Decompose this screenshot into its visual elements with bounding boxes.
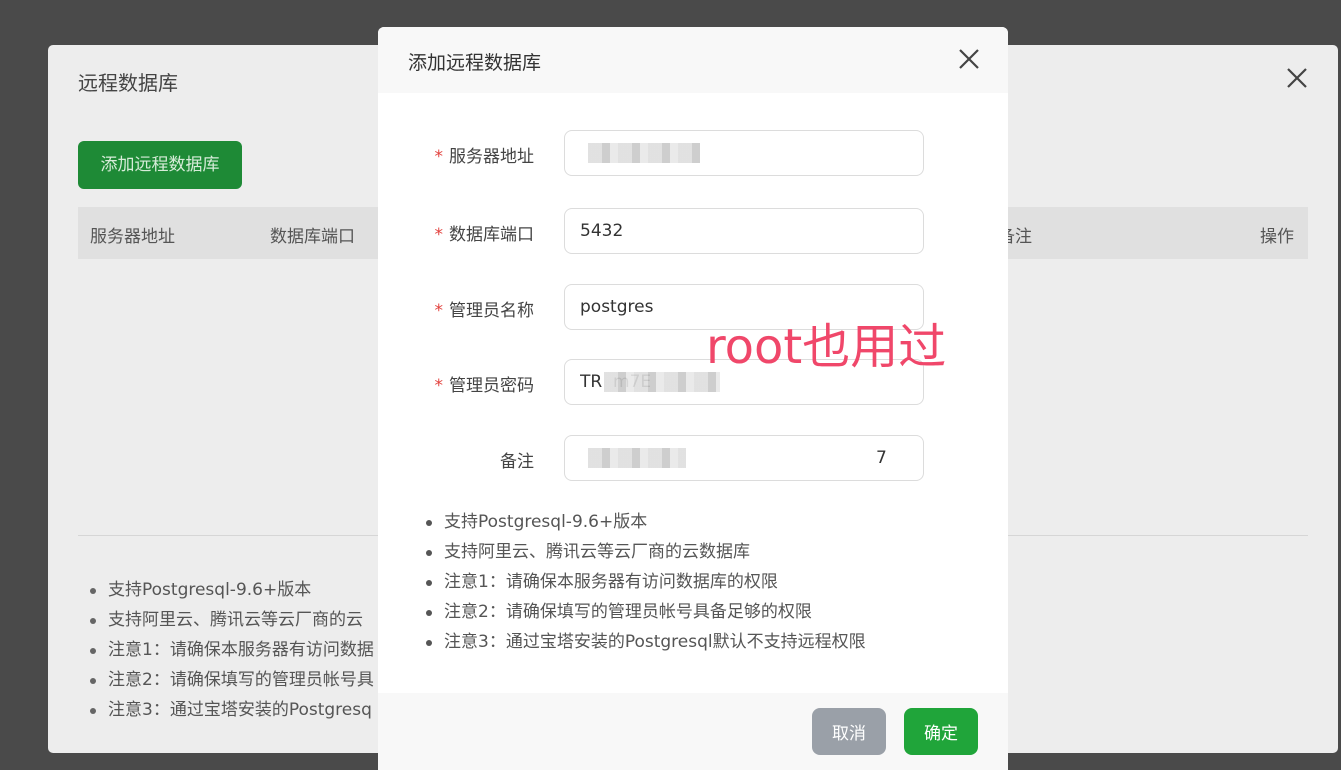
add-remote-database-button[interactable]: 添加远程数据库 (78, 141, 242, 189)
annotation-text: root也用过 (706, 319, 947, 375)
note-item: 注意1：请确保本服务器有访问数据库的权限 (424, 567, 866, 597)
cancel-button[interactable]: 取消 (812, 708, 886, 755)
note-item: 注意1：请确保本服务器有访问数据 (88, 635, 374, 665)
form-row-server-address: * 服务器地址 (378, 130, 1008, 176)
column-database-port: 数据库端口 (270, 227, 355, 247)
note-item: 注意3：通过宝塔安装的Postgresq (88, 695, 374, 725)
required-mark: * (434, 376, 444, 396)
note-item: 注意2：请确保填写的管理员帐号具 (88, 665, 374, 695)
note-item: 支持Postgresql-9.6+版本 (88, 575, 374, 605)
note-item: 支持Postgresql-9.6+版本 (424, 507, 866, 537)
required-mark: * (434, 147, 444, 167)
database-port-input[interactable] (564, 208, 924, 254)
close-icon[interactable] (1284, 65, 1310, 91)
column-server-address: 服务器地址 (90, 227, 175, 247)
close-icon[interactable] (956, 46, 982, 72)
form-row-database-port: * 数据库端口 (378, 208, 1008, 254)
add-remote-database-modal: 添加远程数据库 *服务器地址 *数据库端口 *管理员名称 *管理员密码 备注 r… (378, 27, 1008, 770)
note-item: 注意2：请确保填写的管理员帐号具备足够的权限 (424, 597, 866, 627)
admin-name-label: * 管理员名称 (434, 301, 535, 321)
remark-label: 备注 (500, 452, 534, 472)
confirm-button[interactable]: 确定 (904, 708, 978, 755)
redacted-value (588, 143, 700, 163)
server-address-label: * 服务器地址 (434, 147, 535, 167)
redacted-value (604, 372, 720, 392)
note-item: 注意3：通过宝塔安装的Postgresql默认不支持远程权限 (424, 627, 866, 657)
modal-header: 添加远程数据库 (378, 27, 1008, 93)
column-actions: 操作 (1260, 227, 1294, 247)
notes-list: 支持Postgresql-9.6+版本 支持阿里云、腾讯云等云厂商的云数据库 注… (424, 507, 866, 657)
database-port-label: * 数据库端口 (434, 225, 535, 245)
dialog-title: 远程数据库 (78, 71, 178, 95)
required-mark: * (434, 225, 444, 245)
form-row-remark: 备注 (378, 435, 1008, 481)
required-mark: * (434, 301, 444, 321)
notes-list: 支持Postgresql-9.6+版本 支持阿里云、腾讯云等云厂商的云 注意1：… (88, 575, 374, 725)
modal-footer: 取消 确定 (378, 693, 1008, 770)
admin-password-label: * 管理员密码 (434, 376, 535, 396)
note-item: 支持阿里云、腾讯云等云厂商的云 (88, 605, 374, 635)
modal-title: 添加远程数据库 (408, 52, 542, 74)
note-item: 支持阿里云、腾讯云等云厂商的云数据库 (424, 537, 866, 567)
redacted-value (588, 448, 686, 468)
